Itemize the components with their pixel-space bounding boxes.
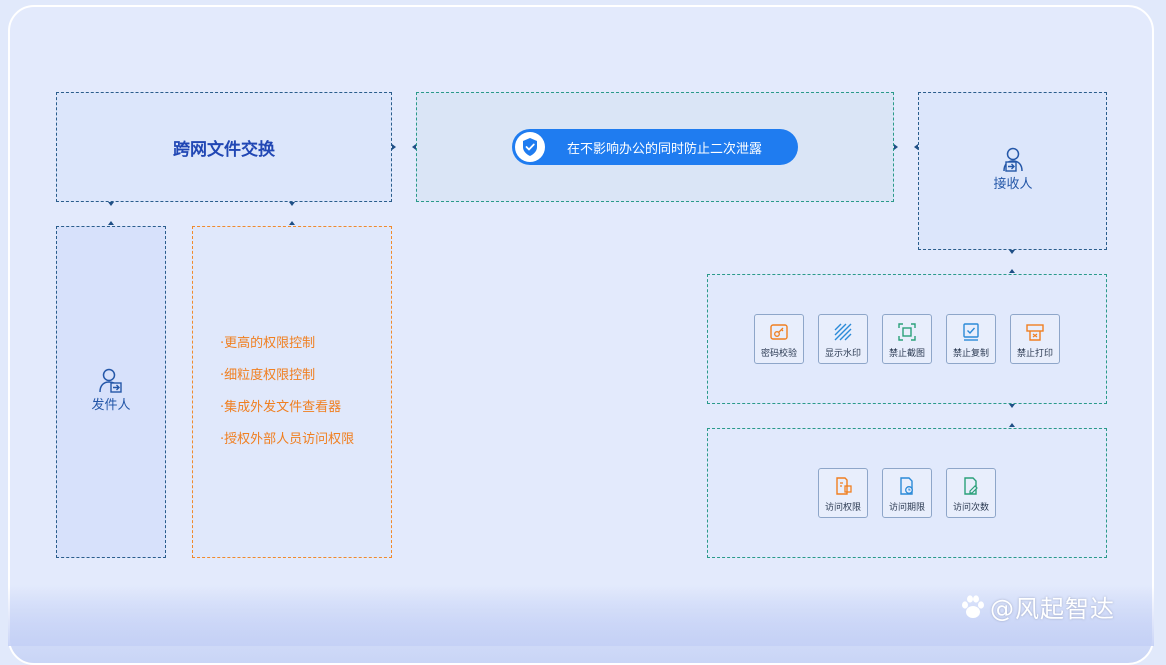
no-print-icon bbox=[1026, 324, 1044, 341]
connector-arrow bbox=[289, 221, 295, 225]
sender-label: 发件人 bbox=[91, 398, 131, 413]
watermark-text: @风起智达 bbox=[990, 595, 1115, 623]
watermark-icon bbox=[834, 323, 852, 341]
protection-tile: 禁止打印 bbox=[1010, 314, 1060, 364]
banner-text: 在不影响办公的同时防止二次泄露 bbox=[567, 141, 763, 157]
protection-tile: 显示水印 bbox=[818, 314, 868, 364]
connector-arrow bbox=[412, 144, 416, 150]
tile-label: 显示水印 bbox=[824, 349, 861, 359]
tile-label: 禁止复制 bbox=[952, 349, 989, 359]
access-period-icon bbox=[900, 477, 913, 495]
connector-arrow bbox=[914, 144, 918, 150]
paw-icon bbox=[962, 594, 984, 618]
shield-icon bbox=[515, 132, 545, 162]
protection-tile: 密码校验 bbox=[754, 314, 804, 364]
feature-item: ·细粒度权限控制 bbox=[220, 368, 316, 383]
receiver-label: 接收人 bbox=[993, 177, 1033, 192]
receiver: 接收人 bbox=[990, 145, 1036, 192]
feature-item: ·授权外部人员访问权限 bbox=[220, 432, 355, 447]
access-count-icon bbox=[964, 477, 978, 495]
protection-banner: 在不影响办公的同时防止二次泄露 bbox=[512, 129, 798, 165]
connector-arrow bbox=[108, 221, 114, 225]
tile-label: 访问次数 bbox=[952, 503, 989, 513]
access-permission-icon bbox=[836, 477, 852, 495]
watermark: @风起智达 bbox=[958, 589, 1115, 624]
tile-label: 密码校验 bbox=[760, 349, 797, 359]
tile-label: 访问权限 bbox=[824, 503, 861, 513]
access-tile: 访问次数 bbox=[946, 468, 996, 518]
tile-label: 禁止截图 bbox=[888, 349, 925, 359]
feature-item: ·集成外发文件查看器 bbox=[220, 400, 342, 415]
connector-arrow bbox=[108, 202, 114, 206]
no-copy-icon bbox=[963, 323, 979, 341]
tile-label: 访问期限 bbox=[888, 503, 925, 513]
connector-arrow bbox=[392, 144, 396, 150]
feature-list: ·更高的权限控制 ·细粒度权限控制 ·集成外发文件查看器 ·授权外部人员访问权限 bbox=[220, 336, 354, 464]
protection-tile: 禁止截图 bbox=[882, 314, 932, 364]
sender: 发件人 bbox=[88, 366, 134, 413]
sender-icon bbox=[99, 368, 122, 393]
access-tile: 访问权限 bbox=[818, 468, 868, 518]
connector-arrow bbox=[289, 202, 295, 206]
tile-label: 禁止打印 bbox=[1016, 349, 1053, 359]
exchange-title: 跨网文件交换 bbox=[173, 139, 275, 160]
password-check-icon bbox=[770, 324, 788, 340]
connector-arrow bbox=[1009, 423, 1015, 427]
connector-arrow bbox=[1009, 250, 1015, 254]
connector-arrow bbox=[894, 144, 898, 150]
connector-arrow bbox=[1009, 269, 1015, 273]
connector-arrow bbox=[1009, 404, 1015, 408]
access-tile: 访问期限 bbox=[882, 468, 932, 518]
protection-tile: 禁止复制 bbox=[946, 314, 996, 364]
receiver-icon bbox=[1003, 147, 1023, 172]
feature-item: ·更高的权限控制 bbox=[220, 336, 316, 351]
no-screenshot-icon bbox=[898, 323, 916, 341]
